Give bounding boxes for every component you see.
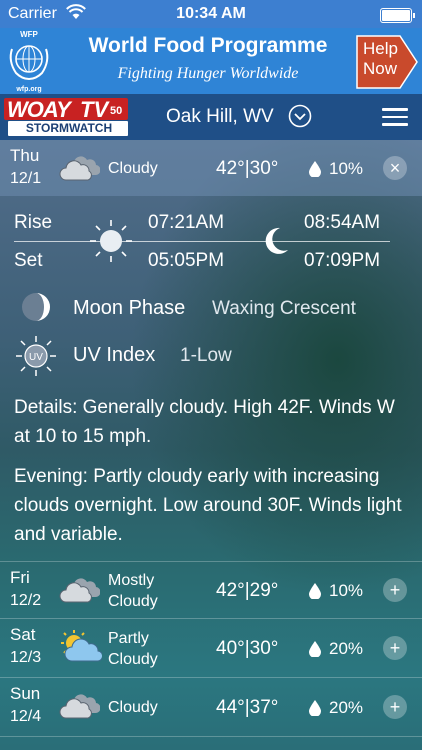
- day-detail-panel: Rise Set 07:21AM 05:05PM 08:54AM 07:09PM…: [0, 196, 422, 560]
- condition-line-1: Partly: [108, 630, 149, 647]
- condition-line-2: Cloudy: [108, 593, 158, 610]
- day-name: Sun: [10, 684, 41, 703]
- uv-index-label: UV Index: [73, 344, 156, 366]
- day-date: 12/4: [10, 708, 42, 725]
- wfp-logo-url: wfp.org: [16, 86, 42, 93]
- help-line-2: Now: [363, 59, 398, 78]
- forecast-row-fri[interactable]: Fri 12/2 Mostly Cloudy 42°|29° 10% +: [0, 562, 422, 618]
- moon-phase-label: Moon Phase: [73, 297, 186, 319]
- station-tv: TV: [80, 97, 109, 122]
- set-label: Set: [14, 250, 43, 271]
- condition-line-2: Cloudy: [108, 651, 158, 668]
- day-date: 12/3: [10, 649, 42, 666]
- status-bar: Carrier 10:34 AM: [0, 0, 422, 28]
- wfp-logo: WFP wfp.org: [4, 30, 54, 93]
- ad-title: World Food Programme: [88, 34, 328, 57]
- chevron-down-icon[interactable]: [288, 104, 312, 133]
- day-name: Sat: [10, 625, 36, 644]
- condition-text: Cloudy: [108, 160, 158, 177]
- forecast-row-sat[interactable]: Sat 12/3 Partly Cloudy 40°|30° 20% +: [0, 619, 422, 677]
- uv-badge-text: UV: [29, 352, 43, 363]
- precip-chance: 20%: [329, 639, 364, 658]
- expand-plus-icon[interactable]: +: [383, 578, 407, 602]
- condition-text: Mostly Cloudy: [108, 570, 158, 612]
- sunset-time: 05:05PM: [148, 250, 225, 271]
- condition-line-1: Mostly: [108, 572, 155, 589]
- help-button-label: Help Now: [363, 39, 398, 79]
- high-temp: 44°: [216, 697, 245, 718]
- uv-index-value: 1-Low: [180, 345, 232, 366]
- rise-label: Rise: [14, 212, 53, 233]
- day-name: Fri: [10, 568, 30, 587]
- ad-tagline: Fighting Hunger Worldwide: [117, 65, 299, 82]
- partly-cloudy-icon: [58, 629, 104, 668]
- day-date: 12/2: [10, 592, 42, 609]
- low-temp: 29°: [249, 580, 279, 601]
- temperature-range: 44°|37°: [216, 697, 278, 719]
- status-time: 10:34 AM: [176, 5, 246, 22]
- help-now-button[interactable]: Help Now: [356, 35, 418, 89]
- expand-plus-icon[interactable]: +: [383, 636, 407, 660]
- moon-phase-value: Waxing Crescent: [212, 298, 356, 319]
- raindrop-icon: [309, 161, 321, 182]
- station-name: WOAY: [7, 97, 71, 122]
- high-temp: 42°: [216, 580, 245, 601]
- battery-icon: [380, 8, 415, 23]
- temperature-range: 40°|30°: [216, 638, 278, 660]
- help-line-1: Help: [363, 39, 398, 58]
- location-label[interactable]: Oak Hill, WV: [166, 106, 274, 128]
- day-name: Thu: [10, 146, 40, 165]
- moon-phase-icon: [20, 291, 52, 328]
- temperature-range: 42°|29°: [216, 580, 278, 602]
- raindrop-icon: [309, 583, 321, 604]
- expand-plus-icon[interactable]: +: [383, 695, 407, 719]
- cloud-icon: [58, 574, 101, 609]
- forecast-row-thu[interactable]: Thu 12/1 Cloudy 42°|30° 10% ×: [0, 140, 422, 196]
- moon-icon: [262, 226, 290, 261]
- sunrise-time: 07:21AM: [148, 212, 225, 233]
- station-subtitle: STORMWATCH: [25, 121, 113, 135]
- condition-text: Partly Cloudy: [108, 628, 158, 670]
- condition-text: Cloudy: [108, 699, 158, 716]
- precip-chance: 20%: [329, 698, 364, 717]
- uv-index-icon: UV: [14, 334, 58, 383]
- cloud-icon: [58, 152, 101, 187]
- details-text: Details: Generally cloudy. High 42F. Win…: [14, 397, 395, 447]
- station-channel: 50: [110, 105, 123, 117]
- low-temp: 30°: [249, 158, 279, 179]
- low-temp: 30°: [249, 638, 279, 659]
- forecast-row-sun[interactable]: Sun 12/4 Cloudy 44°|37° 20% +: [0, 678, 422, 736]
- moonrise-time: 08:54AM: [304, 212, 381, 233]
- high-temp: 42°: [216, 158, 245, 179]
- hamburger-menu-icon[interactable]: [382, 108, 408, 126]
- temperature-range: 42°|30°: [216, 158, 278, 180]
- precip-chance: 10%: [329, 581, 364, 600]
- raindrop-icon: [309, 641, 321, 662]
- ad-banner[interactable]: WFP wfp.org World Food Programme Fightin…: [0, 28, 422, 94]
- close-icon[interactable]: ×: [383, 156, 407, 180]
- raindrop-icon: [309, 700, 321, 721]
- app-header: WOAY TV 50 STORMWATCH Oak Hill, WV: [0, 94, 422, 140]
- evening-text: Evening: Partly cloudy early with increa…: [14, 466, 402, 545]
- precip-chance: 10%: [329, 159, 364, 178]
- cloud-icon: [58, 690, 101, 725]
- rise-set-divider: [14, 241, 390, 242]
- sun-icon: [88, 218, 134, 269]
- day-date: 12/1: [10, 170, 42, 187]
- moonset-time: 07:09PM: [304, 250, 381, 271]
- high-temp: 40°: [216, 638, 245, 659]
- row-divider: [0, 736, 422, 737]
- low-temp: 37°: [249, 697, 279, 718]
- station-logo: WOAY TV 50 STORMWATCH: [4, 96, 132, 136]
- wfp-logo-top-text: WFP: [20, 30, 38, 39]
- wfp-emblem-icon: [9, 45, 49, 80]
